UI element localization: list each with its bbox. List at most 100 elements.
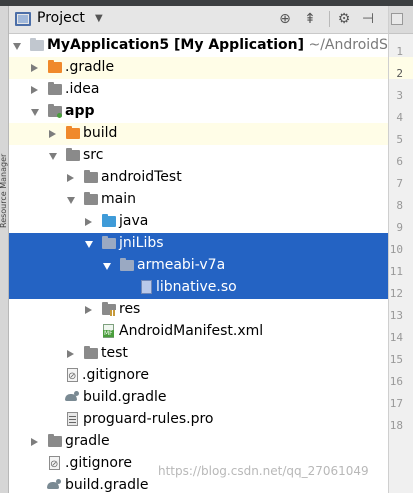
editor-gutter: 1 2 3 4 5 6 7 8 9 10 11 12 13 14 15 16 17 18	[388, 6, 413, 493]
tree-label: java	[119, 213, 149, 229]
collapse-arrow-icon[interactable]	[31, 64, 38, 72]
folder-orange-icon	[48, 60, 62, 73]
project-tool-window: Project ▼ ⊕ ⇞ ⚙ ⊣ MyApplication5 [My App…	[9, 6, 388, 493]
tree-row-app[interactable]: app	[9, 101, 388, 123]
tree-label: armeabi-v7a	[137, 257, 226, 273]
line-number: 5	[396, 133, 403, 146]
tree-label: src	[83, 147, 104, 163]
folder-icon	[102, 236, 116, 249]
tree-label: jniLibs	[119, 235, 164, 251]
chevron-down-icon[interactable]: ▼	[95, 13, 103, 24]
tree-label: MyApplication5	[47, 37, 170, 53]
gitignore-file-icon	[67, 368, 78, 382]
line-number: 3	[396, 89, 403, 102]
collapse-arrow-icon[interactable]	[85, 306, 92, 314]
line-number: 16	[389, 375, 403, 388]
tree-label: build	[83, 125, 118, 141]
hide-icon[interactable]: ⊣	[359, 10, 377, 28]
tree-row-java[interactable]: java	[9, 211, 388, 233]
tree-row-myapplication5[interactable]: MyApplication5 [My Application] ~/Androi…	[9, 35, 388, 57]
line-number: 18	[389, 419, 403, 432]
tree-label: main	[101, 191, 136, 207]
tree-label: AndroidManifest.xml	[119, 323, 264, 339]
project-tree[interactable]: MyApplication5 [My Application] ~/Androi…	[9, 35, 388, 493]
tree-row-test[interactable]: test	[9, 343, 388, 365]
editor-tab-strip[interactable]	[389, 6, 413, 34]
module-folder-icon	[48, 104, 62, 118]
expand-arrow-icon[interactable]	[49, 153, 57, 160]
folder-blue-icon	[102, 214, 116, 227]
tree-label: res	[119, 301, 141, 317]
line-number: 2	[396, 67, 403, 80]
tree-row-libnative-so[interactable]: libnative.so	[9, 277, 388, 299]
expand-arrow-icon[interactable]	[103, 263, 111, 270]
folder-icon	[84, 170, 98, 183]
folder-orange-icon	[66, 126, 80, 139]
folder-res-icon	[102, 302, 116, 316]
line-number: 1	[396, 45, 403, 58]
tree-row-proguard-rules[interactable]: proguard-rules.pro	[9, 409, 388, 431]
line-number: 12	[389, 287, 403, 300]
project-view-selector[interactable]: Project	[37, 10, 85, 26]
tree-row-gradle-dir[interactable]: .gradle	[9, 57, 388, 79]
expand-arrow-icon[interactable]	[31, 109, 39, 116]
tree-label: proguard-rules.pro	[83, 411, 214, 427]
gear-icon[interactable]: ⚙	[335, 10, 353, 28]
folder-icon	[84, 346, 98, 359]
tree-label: gradle	[65, 433, 110, 449]
tree-row-androidtest[interactable]: androidTest	[9, 167, 388, 189]
line-number: 8	[396, 199, 403, 212]
tree-row-res[interactable]: res	[9, 299, 388, 321]
project-view-icon	[15, 12, 31, 26]
tree-row-armeabi-v7a[interactable]: armeabi-v7a	[9, 255, 388, 277]
line-number: 13	[389, 309, 403, 322]
line-number: 4	[396, 111, 403, 124]
expand-arrow-icon[interactable]	[85, 241, 93, 248]
tree-label: test	[101, 345, 128, 361]
tree-row-main[interactable]: main	[9, 189, 388, 211]
header-divider	[329, 11, 330, 27]
line-number: 6	[396, 155, 403, 168]
collapse-arrow-icon[interactable]	[67, 350, 74, 358]
line-number: 7	[396, 177, 403, 190]
folder-icon	[84, 192, 98, 205]
tree-row-jnilibs[interactable]: jniLibs	[9, 233, 388, 255]
gradle-file-icon	[47, 479, 61, 490]
folder-icon	[48, 434, 62, 447]
line-number: 11	[389, 265, 403, 278]
collapse-arrow-icon[interactable]	[85, 218, 92, 226]
line-number: 15	[389, 353, 403, 366]
folder-icon	[120, 258, 134, 271]
tree-row-app-build-gradle[interactable]: build.gradle	[9, 387, 388, 409]
locate-icon[interactable]: ⊕	[276, 10, 294, 28]
collapse-arrow-icon[interactable]	[31, 86, 38, 94]
tree-row-build[interactable]: build	[9, 123, 388, 145]
editor-tab[interactable]	[391, 13, 403, 25]
gitignore-file-icon	[49, 456, 60, 470]
collapse-all-icon[interactable]: ⇞	[301, 10, 319, 28]
tree-label: .gitignore	[82, 367, 149, 383]
collapse-arrow-icon[interactable]	[31, 438, 38, 446]
gradle-file-icon	[65, 391, 79, 402]
tree-label: .gradle	[65, 59, 115, 75]
tree-label-path: ~/AndroidStudioProjects/MyApplication5	[308, 37, 388, 53]
tree-row-src[interactable]: src	[9, 145, 388, 167]
expand-arrow-icon[interactable]	[67, 197, 75, 204]
expand-arrow-icon[interactable]	[13, 43, 21, 50]
line-number: 9	[396, 221, 403, 234]
tree-label: androidTest	[101, 169, 182, 185]
line-number: 10	[389, 243, 403, 256]
tool-window-stripe[interactable]: Resource Manager	[0, 6, 9, 493]
project-panel-header: Project ▼ ⊕ ⇞ ⚙ ⊣	[9, 6, 388, 34]
tree-label: .idea	[65, 81, 100, 97]
tree-row-gradle[interactable]: gradle	[9, 431, 388, 453]
line-number: 17	[389, 397, 403, 410]
collapse-arrow-icon[interactable]	[49, 130, 56, 138]
so-file-icon	[141, 280, 152, 294]
collapse-arrow-icon[interactable]	[67, 174, 74, 182]
tree-row-androidmanifest[interactable]: MF AndroidManifest.xml	[9, 321, 388, 343]
tree-row-app-gitignore[interactable]: .gitignore	[9, 365, 388, 387]
tree-label: build.gradle	[65, 477, 149, 493]
tree-label-module: [My Application]	[169, 37, 305, 53]
tree-row-idea[interactable]: .idea	[9, 79, 388, 101]
